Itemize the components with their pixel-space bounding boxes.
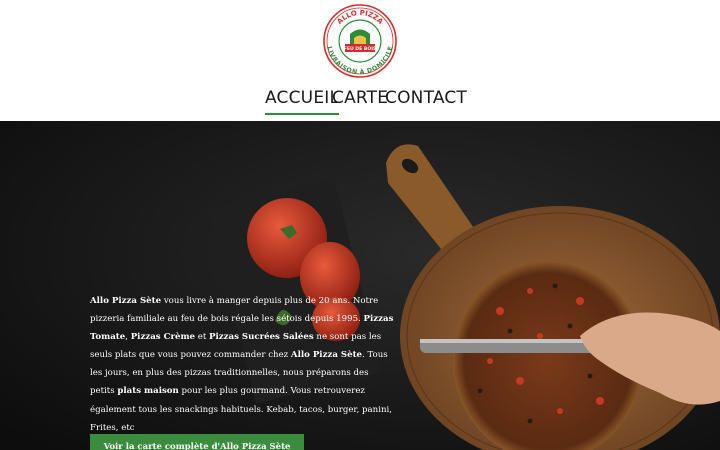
hero-description: Allo Pizza Sète vous livre à manger depu…	[90, 292, 395, 437]
hero-text-run: et	[195, 332, 210, 343]
allo-pizza-logo[interactable]: FEU DE BOIS ALLO PIZZA LIVRAISON À DOMIC…	[323, 4, 397, 78]
nav-item-accueil[interactable]: ACCUEIL	[265, 88, 340, 115]
view-menu-button[interactable]: Voir la carte complète d'Allo Pizza Sète	[90, 434, 304, 450]
nav-item-contact[interactable]: CONTACT	[385, 88, 467, 108]
main-nav: ACCUEIL CARTE CONTACT	[0, 88, 720, 118]
logo-badge-text: FEU DE BOIS	[344, 46, 377, 52]
site-header: FEU DE BOIS ALLO PIZZA LIVRAISON À DOMIC…	[0, 0, 720, 121]
hero-text-highlight: Allo Pizza Sète	[90, 296, 162, 306]
hero-text-highlight: Pizzas Crème	[130, 332, 195, 343]
nav-item-carte[interactable]: CARTE	[332, 88, 388, 108]
hero-text-highlight: plats maison	[117, 386, 179, 397]
hero-text-highlight: Allo Pizza Sète	[290, 350, 363, 361]
hero-section: Allo Pizza Sète vous livre à manger depu…	[0, 121, 720, 450]
hero-text-highlight: Pizzas Sucrées Salées	[209, 332, 314, 343]
